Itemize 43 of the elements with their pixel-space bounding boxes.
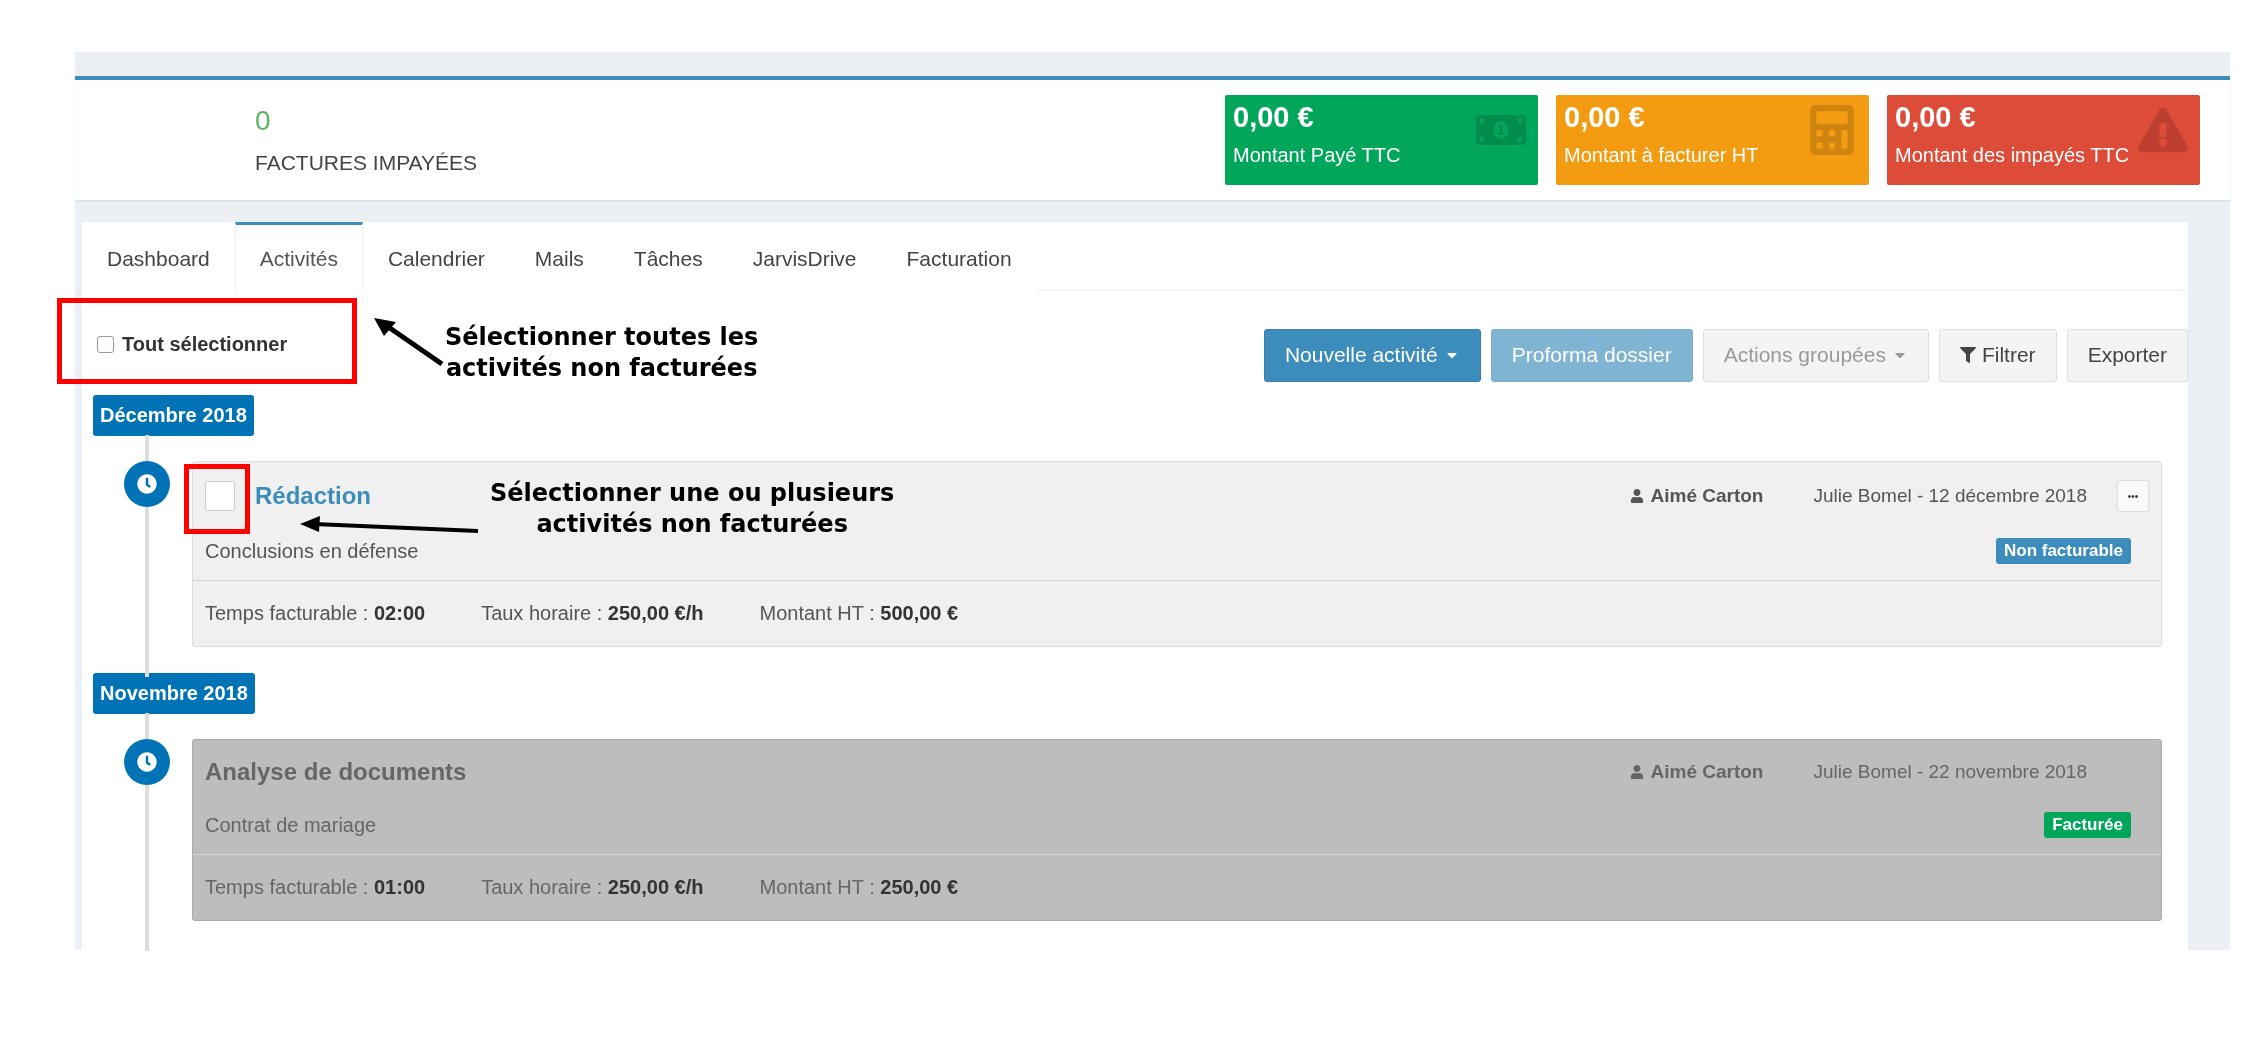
month-label: Novembre 2018 [93,673,255,714]
clock-icon [124,461,170,507]
user-icon [1630,765,1645,779]
status-badge: Non facturable [1995,538,2131,564]
amount-label: Montant Payé TTC [1233,144,1401,167]
activity-field: Temps facturable : 01:00 [205,876,426,899]
amount-value: 0,00 € [1895,101,1976,134]
activity-field: Taux horaire : 250,00 €/h [481,876,704,899]
status-badge: Facturée [2044,812,2131,838]
toolbar-button[interactable]: Exporter [2066,328,2188,382]
activity-checkbox[interactable] [205,481,235,511]
unpaid-count: 0 [255,105,272,137]
calculator-icon [1807,105,1857,155]
month-label: Décembre 2018 [93,395,254,436]
clock-icon [124,739,170,785]
assignee-name: Aimé Carton [1650,485,1764,507]
tab[interactable]: Activités [234,222,363,291]
select-all-label: Tout sélectionner [122,332,288,356]
activity-field: Temps facturable : 02:00 [205,602,426,625]
amount-value: 0,00 € [1233,101,1314,134]
more-button[interactable]: ••• [2117,480,2149,512]
activity-subtitle: Conclusions en défense [205,539,419,563]
select-all-checkbox[interactable] [97,335,114,353]
activity-field: Montant HT : 250,00 € [759,876,959,899]
author-date: Julie Bomel - 22 novembre 2018 [1813,761,2087,783]
warning-icon [2138,105,2188,155]
user-icon [1630,489,1645,503]
annotation-text: Sélectionner toutes les activités non facturées [445,322,759,385]
amount-label: Montant à facturer HT [1564,144,1759,167]
activity-field: Montant HT : 500,00 € [759,602,959,625]
toolbar-button[interactable]: Filtrer [1938,328,2057,382]
assignee-name: Aimé Carton [1650,761,1764,783]
amount-value: 0,00 € [1564,101,1645,134]
toolbar-button[interactable]: Nouvelle activité [1263,328,1481,382]
unpaid-label: FACTURES IMPAYÉES [255,151,479,175]
arrow-drawing [372,316,444,366]
activity-subtitle: Contrat de mariage [205,813,377,837]
author-date: Julie Bomel - 12 décembre 2018 [1813,485,2087,507]
filter-icon [1959,347,1976,363]
highlight-frame [184,464,250,534]
activity-field: Taux horaire : 250,00 €/h [481,602,704,625]
amount-label: Montant des impayés TTC [1895,144,2130,167]
annotation-text: Sélectionner une ou plusieurs activités non facturées [490,478,895,541]
